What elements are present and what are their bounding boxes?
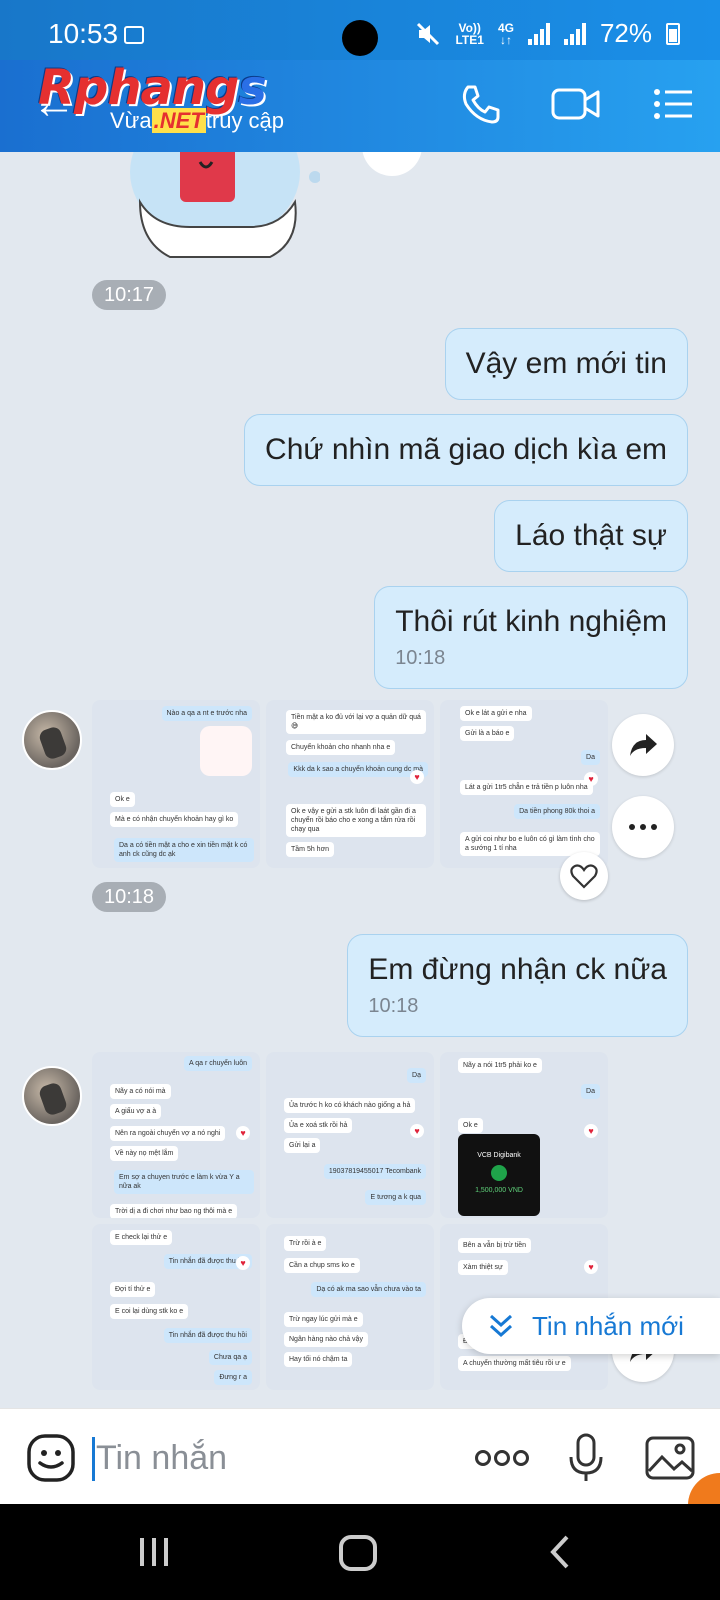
system-nav-bar [0, 1504, 720, 1600]
more-options-button[interactable] [612, 796, 674, 858]
recent-apps-icon[interactable] [136, 1534, 172, 1570]
heart-reaction-icon: ♥ [584, 1124, 598, 1138]
more-options-icon[interactable] [474, 1449, 530, 1467]
phone-call-icon[interactable] [458, 82, 502, 126]
new-message-button[interactable]: Tin nhắn mới [462, 1298, 720, 1354]
message-bubble[interactable]: Láo thật sự [494, 500, 688, 572]
screenshot-thumbnail[interactable]: A qa r chuyển luôn Nãy a có nói mà A giấ… [92, 1052, 260, 1218]
home-icon[interactable] [338, 1534, 378, 1572]
cute-sticker-image [200, 726, 252, 776]
mute-icon [417, 22, 440, 45]
gallery-notification-icon [124, 26, 144, 44]
screenshot-thumbnail[interactable]: Trừ rồi à e Cần a chụp sms ko e Dạ có ak… [266, 1224, 434, 1390]
screenshot-thumbnail[interactable]: Tiền mặt a ko đủ với lại vợ a quản dữ qu… [266, 700, 434, 868]
message-text: Chứ nhìn mã giao dịch kìa em [265, 433, 667, 466]
screenshot-thumbnail[interactable]: Nào a qa a nt e trước nha Ok e Mà e có n… [92, 700, 260, 868]
message-text: Vậy em mới tin [465, 347, 667, 380]
data-indicator: 4G ↓↑ [497, 20, 514, 47]
heart-reaction-icon: ♥ [410, 1124, 424, 1138]
screenshot-thumbnail[interactable]: E check lại thử e Tin nhắn đã được thu h… [92, 1224, 260, 1390]
signal-icon-2 [563, 22, 586, 45]
front-camera [342, 20, 378, 56]
more-dots-icon [629, 824, 657, 830]
message-input[interactable]: Tin nhắn [96, 1439, 227, 1478]
contact-avatar[interactable] [22, 1066, 82, 1126]
image-album[interactable]: Nào a qa a nt e trước nha Ok e Mà e có n… [92, 700, 608, 868]
screenshot-thumbnail[interactable]: Ok e lát a gửi e nha Gửi là a báo e Da L… [440, 700, 608, 868]
status-icons: Vo)) LTE1 4G ↓↑ 72% [415, 18, 680, 49]
heart-reaction-icon: ♥ [410, 770, 424, 784]
bank-transfer-screenshot: VCB Digibank 1,500,000 VND [458, 1134, 540, 1216]
forward-arrow-icon [630, 734, 657, 756]
status-time: 10:53 [48, 18, 119, 49]
message-text: Láo thật sự [515, 519, 667, 552]
time-divider: 10:17 [92, 280, 167, 310]
watermark-tagline: Vừa.NETtruy cập [110, 108, 285, 133]
forward-button[interactable] [612, 714, 674, 776]
image-gallery-icon[interactable] [644, 1435, 696, 1481]
message-text: Em đừng nhận ck nữa [368, 953, 667, 986]
volte-indicator: Vo)) LTE1 [455, 20, 484, 47]
message-bubble[interactable]: Thôi rút kinh nghiệm 10:18 [374, 586, 688, 689]
heart-reaction-icon: ♥ [584, 1260, 598, 1274]
heart-outline-icon [570, 864, 598, 889]
heart-reaction-icon: ♥ [236, 1126, 250, 1140]
message-time: 10:18 [395, 647, 446, 669]
message-bubble[interactable]: Chứ nhìn mã giao dịch kìa em [244, 414, 688, 486]
contact-avatar[interactable] [22, 710, 82, 770]
screenshot-thumbnail[interactable]: Dạ Ủa trước h ko có khách nào giống a hả… [266, 1052, 434, 1218]
screenshot-thumbnail[interactable]: Nãy a nói 1tr5 phải ko e Da Ok e ♥ VCB D… [440, 1052, 608, 1218]
video-call-icon[interactable] [550, 82, 602, 126]
double-chevron-down-icon [489, 1314, 513, 1338]
back-icon[interactable] [548, 1534, 572, 1570]
microphone-icon[interactable] [568, 1433, 604, 1483]
emoji-sticker-icon[interactable] [26, 1433, 76, 1483]
message-input-bar: Tin nhắn [0, 1408, 720, 1505]
menu-icon[interactable] [652, 82, 694, 126]
signal-icon [527, 22, 550, 45]
message-time: 10:18 [368, 995, 419, 1017]
react-button[interactable] [560, 852, 608, 900]
sticker-image[interactable] [130, 152, 320, 282]
battery-percent: 72% [599, 18, 652, 48]
chat-header: ← Rphangs Vừa.NETtruy cập [0, 60, 720, 152]
message-bubble[interactable]: Em đừng nhận ck nữa 10:18 [347, 934, 688, 1037]
success-check-icon [491, 1165, 507, 1181]
text-cursor [92, 1437, 95, 1481]
chat-area[interactable]: 10:17 Vậy em mới tin Chứ nhìn mã giao dị… [0, 152, 720, 1408]
share-button-partial[interactable] [362, 152, 422, 176]
new-message-label: Tin nhắn mới [532, 1310, 684, 1341]
heart-reaction-icon: ♥ [584, 772, 598, 786]
message-bubble[interactable]: Vậy em mới tin [444, 328, 688, 400]
time-divider: 10:18 [92, 882, 167, 912]
battery-icon [666, 22, 680, 45]
heart-reaction-icon: ♥ [236, 1256, 250, 1270]
message-text: Thôi rút kinh nghiệm [395, 605, 667, 638]
